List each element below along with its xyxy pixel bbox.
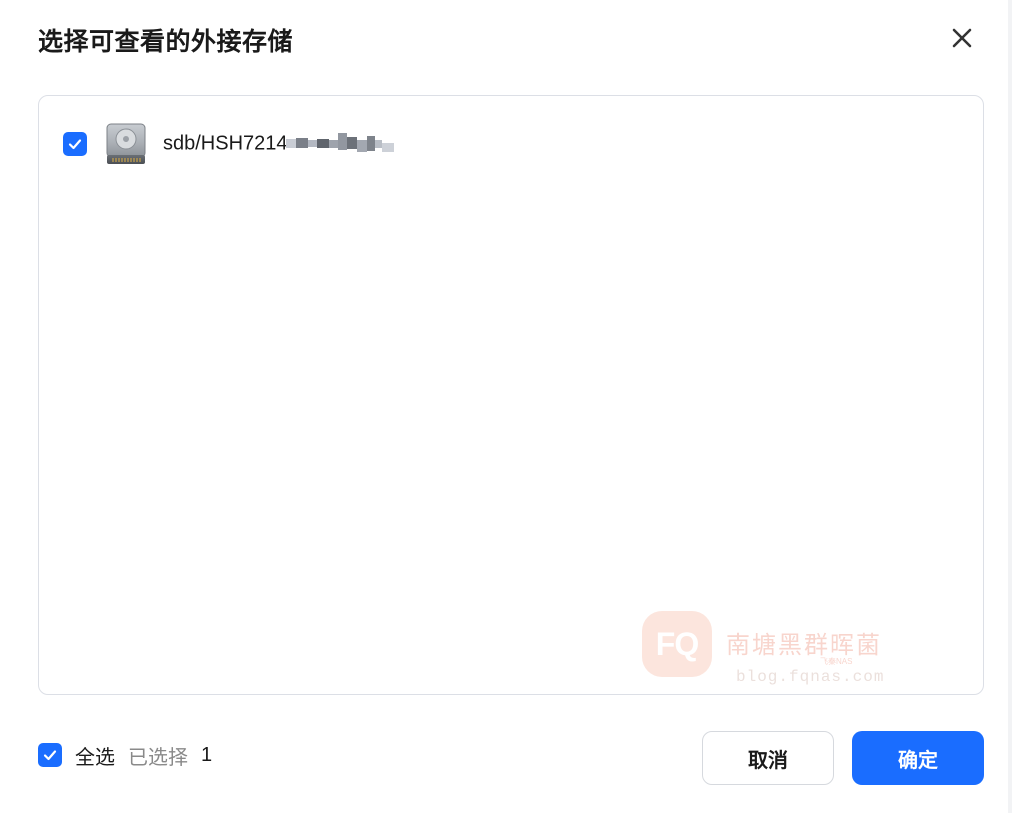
- storage-list: sdb/HSH7214 FQ 南塘黑群晖菌 飞秦NAS blog.fqnas.c…: [38, 95, 984, 695]
- hard-disk-icon: [106, 123, 146, 164]
- watermark-name: 南塘黑群晖菌: [726, 632, 882, 659]
- external-storage-dialog: 选择可查看的外接存储 sdb/HSH7214 FQ 南塘黑群晖菌 飞秦NAS b…: [0, 0, 1012, 813]
- watermark: FQ 南塘黑群晖菌 飞秦NAS blog.fqnas.com: [642, 611, 902, 691]
- watermark-logo: FQ: [642, 611, 712, 677]
- selected-count: 1: [201, 743, 213, 766]
- selected-label: 已选择: [128, 746, 188, 769]
- footer-selection: 全选 已选择 1: [38, 741, 213, 770]
- cancel-button[interactable]: 取消: [702, 731, 834, 785]
- dialog-title: 选择可查看的外接存储: [38, 28, 294, 56]
- storage-item-name: sdb/HSH7214: [163, 132, 288, 155]
- redacted-serial-mask: [285, 131, 394, 155]
- storage-item-name-wrap: sdb/HSH7214: [163, 132, 394, 156]
- select-all-label[interactable]: 全选: [75, 741, 115, 770]
- storage-item-checkbox[interactable]: [63, 132, 87, 156]
- window-edge: [1008, 0, 1012, 813]
- list-item[interactable]: sdb/HSH7214: [63, 121, 394, 167]
- close-icon[interactable]: [948, 24, 976, 52]
- watermark-url: blog.fqnas.com: [736, 668, 885, 686]
- checkmark-icon: [68, 139, 82, 150]
- confirm-button[interactable]: 确定: [852, 731, 984, 785]
- select-all-checkbox[interactable]: [38, 743, 62, 767]
- watermark-tag: 飞秦NAS: [820, 657, 853, 666]
- checkmark-icon: [43, 750, 57, 761]
